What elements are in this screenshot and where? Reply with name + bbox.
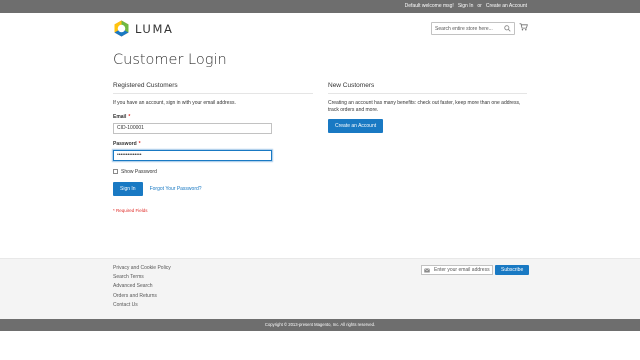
search-icon[interactable] [504, 25, 511, 32]
search-input[interactable] [432, 23, 502, 34]
login-actions: Sign In Forgot Your Password? [113, 181, 313, 196]
email-field[interactable]: CID-100001 [113, 122, 272, 134]
email-label-text: Email [113, 113, 127, 120]
password-field[interactable]: •••••••••••••• [113, 149, 272, 161]
page-footer: Privacy and Cookie Policy Search Terms A… [0, 258, 640, 319]
copyright-bar: Copyright © 2013-present Magento, Inc. A… [0, 319, 640, 331]
password-label: Password * [113, 141, 313, 147]
email-label: Email * [113, 114, 313, 120]
page-title: Customer Login [113, 52, 227, 68]
search-box [431, 22, 515, 35]
registered-customers-title: Registered Customers [113, 82, 313, 94]
top-panel: Default welcome msg! Sign In or Create a… [0, 0, 640, 13]
footer-link-privacy[interactable]: Privacy and Cookie Policy [113, 265, 171, 274]
header-links: Default welcome msg! Sign In or Create a… [405, 3, 527, 9]
sign-in-link[interactable]: Sign In [458, 3, 474, 9]
required-marker: * [128, 113, 131, 120]
new-customers-title: New Customers [328, 82, 527, 94]
subscribe-button[interactable]: Subscribe [495, 265, 530, 275]
footer-link-contact[interactable]: Contact Us [113, 302, 171, 311]
footer-links: Privacy and Cookie Policy Search Terms A… [113, 265, 171, 311]
luma-logo-icon [114, 20, 129, 37]
required-fields-note: * Required Fields [113, 207, 148, 213]
newsletter-form: Enter your email address Subscribe [421, 265, 530, 275]
newsletter-email-input[interactable]: Enter your email address [421, 265, 493, 275]
footer-link-advanced-search[interactable]: Advanced Search [113, 283, 171, 292]
store-logo[interactable]: LUMA [113, 20, 173, 37]
required-marker: * [138, 140, 141, 147]
logo-text: LUMA [135, 21, 174, 36]
new-customers-block: New Customers Creating an account has ma… [328, 82, 527, 133]
create-account-button[interactable]: Create an Account [328, 119, 384, 133]
footer-link-search-terms[interactable]: Search Terms [113, 274, 171, 283]
copyright-text: Copyright © 2013-present Magento, Inc. A… [264, 322, 376, 327]
or-separator: or [477, 3, 482, 9]
password-label-text: Password [113, 140, 137, 147]
login-intro-text: If you have an account, sign in with you… [113, 100, 236, 106]
footer-link-orders-returns[interactable]: Orders and Returns [113, 293, 171, 302]
create-account-link[interactable]: Create an Account [486, 3, 527, 9]
show-password-option[interactable]: Show Password [113, 169, 313, 175]
welcome-message: Default welcome msg! [404, 3, 454, 9]
registered-customers-block: Registered Customers If you have an acco… [113, 82, 313, 213]
cart-icon[interactable] [519, 23, 528, 31]
new-customers-intro: Creating an account has many benefits: c… [328, 100, 521, 113]
envelope-icon [424, 267, 430, 272]
forgot-password-link[interactable]: Forgot Your Password? [150, 186, 202, 192]
show-password-checkbox[interactable] [113, 169, 118, 174]
show-password-label[interactable]: Show Password [121, 169, 157, 175]
newsletter-placeholder: Enter your email address [434, 267, 490, 273]
sign-in-button[interactable]: Sign In [113, 181, 143, 196]
site-header: LUMA [0, 13, 640, 47]
